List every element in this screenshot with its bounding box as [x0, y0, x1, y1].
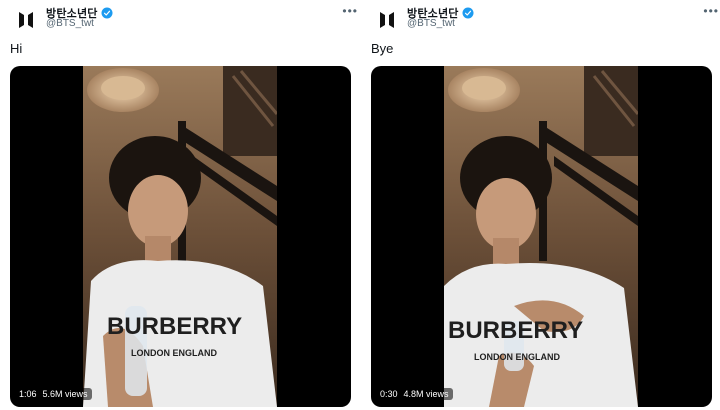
video-duration: 0:30	[380, 389, 398, 399]
tweet-card[interactable]: 방탄소년단 @BTS_twt ••• Bye BURBERRY LONDON E…	[369, 0, 719, 410]
shirt-text: BURBERRY	[448, 317, 583, 344]
shirt-subtext: LONDON ENGLAND	[131, 348, 217, 358]
video-views: 4.8M views	[403, 389, 449, 399]
tweet-text: Bye	[371, 41, 394, 56]
verified-badge-icon	[101, 7, 113, 19]
more-options-icon[interactable]: •••	[342, 4, 358, 18]
video-info-overlay: 0:30 4.8M views	[376, 388, 453, 400]
shirt-subtext: LONDON ENGLAND	[474, 352, 560, 362]
video-info-overlay: 1:06 5.6M views	[15, 388, 92, 400]
shirt-text: BURBERRY	[107, 313, 242, 340]
bts-logo-icon[interactable]	[373, 6, 401, 34]
more-options-icon[interactable]: •••	[703, 4, 719, 18]
video-player[interactable]: BURBERRY LONDON ENGLAND 1:06 5.6M views	[10, 66, 351, 407]
video-duration: 1:06	[19, 389, 37, 399]
tweet-card[interactable]: 방탄소년단 @BTS_twt ••• Hi BURBERRY LONDON EN…	[8, 0, 358, 410]
tweet-text: Hi	[10, 41, 23, 56]
author-handle[interactable]: @BTS_twt	[46, 18, 94, 29]
video-views: 5.6M views	[42, 389, 88, 399]
verified-badge-icon	[462, 7, 474, 19]
video-frame: BURBERRY LONDON ENGLAND	[83, 66, 277, 407]
video-frame: BURBERRY LONDON ENGLAND	[444, 66, 638, 407]
video-player[interactable]: BURBERRY LONDON ENGLAND 0:30 4.8M views	[371, 66, 712, 407]
author-handle[interactable]: @BTS_twt	[407, 18, 455, 29]
bts-logo-icon[interactable]	[12, 6, 40, 34]
